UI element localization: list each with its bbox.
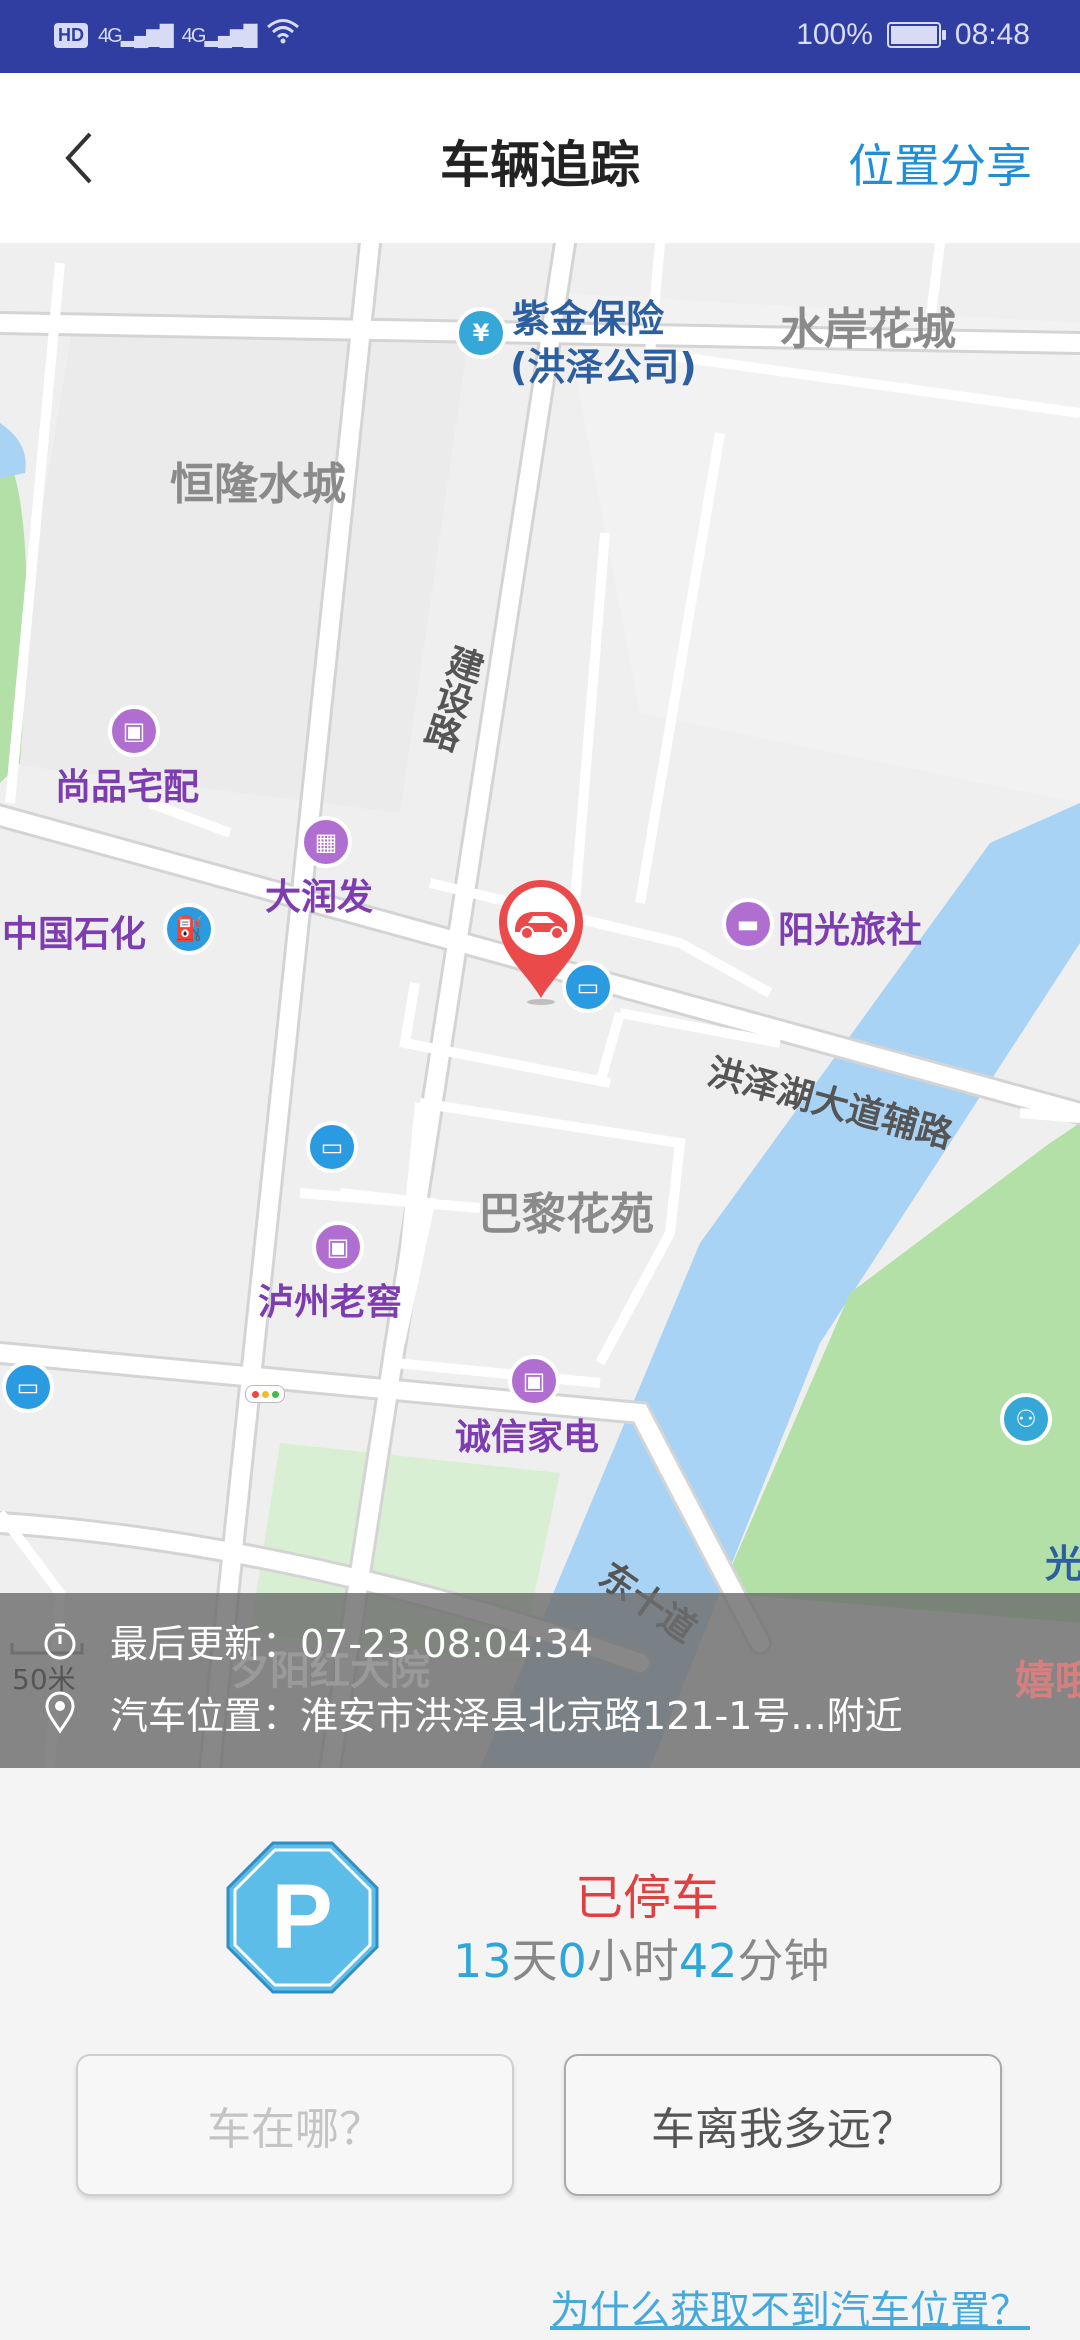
duration-minutes-unit: 分钟 [737,1934,830,1988]
car-location-label: 汽车位置： [110,1694,301,1738]
status-left: HD 4G▂▄▆█ 4G▂▄▆█ [54,18,300,52]
car-location-pin-icon[interactable] [495,876,587,1006]
shopping-bag-icon-2[interactable]: ▣ [312,1221,364,1273]
battery-percent: 100% [796,18,873,51]
supermarket-icon[interactable]: ▦ [300,816,352,868]
poi-label-yangguang: 阳光旅社 [778,910,923,951]
area-label-bali: 巴黎花苑 [478,1189,654,1240]
stopwatch-icon [40,1621,80,1661]
signal-label-1: 4G [98,24,123,47]
shopping-bag-icon-3[interactable]: ▣ [508,1355,560,1407]
svg-text:P: P [271,1866,332,1968]
parking-icon: P [225,1840,380,1995]
poi-label-darunfa: 大润发 [265,877,374,918]
clock: 08:48 [954,18,1030,51]
app-header: 车辆追踪 位置分享 [0,73,1080,244]
car-location-text: 汽车位置：淮安市洪泽县北京路121-1号...附近 [110,1685,903,1740]
poi-label-sinopec: 中国石化 [2,914,147,955]
bus-stop-icon-2[interactable]: ▭ [306,1121,358,1173]
poi-label-guang: 光 [1045,1542,1080,1586]
status-right: 100% 08:48 [796,18,1030,52]
hotel-icon[interactable]: ▬ [722,898,774,950]
location-info-overlay: 夕阳红大院 嬉哦 50米 最后更新：07-23 08:04:34 汽车位置：淮安… [0,1593,1080,1768]
insurance-poi-icon[interactable]: ¥ [455,307,507,359]
duration-hours-unit: 小时 [586,1934,679,1988]
car-location-row: 汽车位置：淮安市洪泽县北京路121-1号...附近 [40,1685,903,1740]
bus-stop-icon-3[interactable]: ▭ [2,1361,54,1413]
last-update-value: 07-23 08:04:34 [300,1622,594,1666]
traffic-light-icon [245,1385,285,1403]
duration-hours: 0 [557,1934,587,1988]
wifi-icon [266,18,300,52]
poi-label-shangpin: 尚品宅配 [55,767,200,808]
car-location-value: 淮安市洪泽县北京路121-1号...附近 [300,1694,903,1738]
help-link[interactable]: 为什么获取不到汽车位置？ [550,2278,1030,2336]
poi-label-chengxin: 诚信家电 [455,1417,600,1458]
hd-badge: HD [54,22,88,48]
area-label-henglong: 恒隆水城 [170,459,346,510]
map-view[interactable]: ¥ 紫金保险 (洪泽公司) 水岸花城 恒隆水城 建设路 ▣ 尚品宅配 ▦ 大润发… [0,243,1080,1768]
poi-label-zijin: 紫金保险 [512,297,665,341]
last-update-row: 最后更新：07-23 08:04:34 [40,1613,593,1668]
duration-days: 13 [453,1934,512,1988]
gas-station-icon[interactable]: ⛽ [163,903,215,955]
duration-days-unit: 天 [511,1934,558,1988]
where-is-car-button[interactable]: 车在哪？ [76,2054,514,2196]
car-distance-button[interactable]: 车离我多远？ [564,2054,1002,2196]
status-bar: HD 4G▂▄▆█ 4G▂▄▆█ 100% 08:48 [0,0,1080,73]
signal-icon-2: 4G▂▄▆█ [181,24,258,47]
battery-icon [886,22,946,48]
share-location-button[interactable]: 位置分享 [848,130,1032,196]
area-label-shuian: 水岸花城 [780,304,956,355]
last-update-label: 最后更新： [110,1622,301,1666]
shopping-bag-icon[interactable]: ▣ [108,705,160,757]
duration-minutes: 42 [678,1934,738,1988]
parking-status: 已停车 [575,1870,720,1926]
parked-duration: 13天0小时42分钟 [453,1925,829,1991]
last-update-text: 最后更新：07-23 08:04:34 [110,1613,593,1668]
signal-icon: 4G▂▄▆█ [98,24,174,47]
poi-label-luzhou: 泸州老窖 [258,1282,403,1323]
restroom-icon[interactable]: ⚇ [1000,1393,1052,1445]
area-label-xixiao: 嬉哦 [1015,1658,1080,1704]
signal-label-2: 4G [181,24,207,47]
poi-label-zijin-sub: (洪泽公司) [510,345,697,389]
location-pin-icon [40,1691,80,1734]
